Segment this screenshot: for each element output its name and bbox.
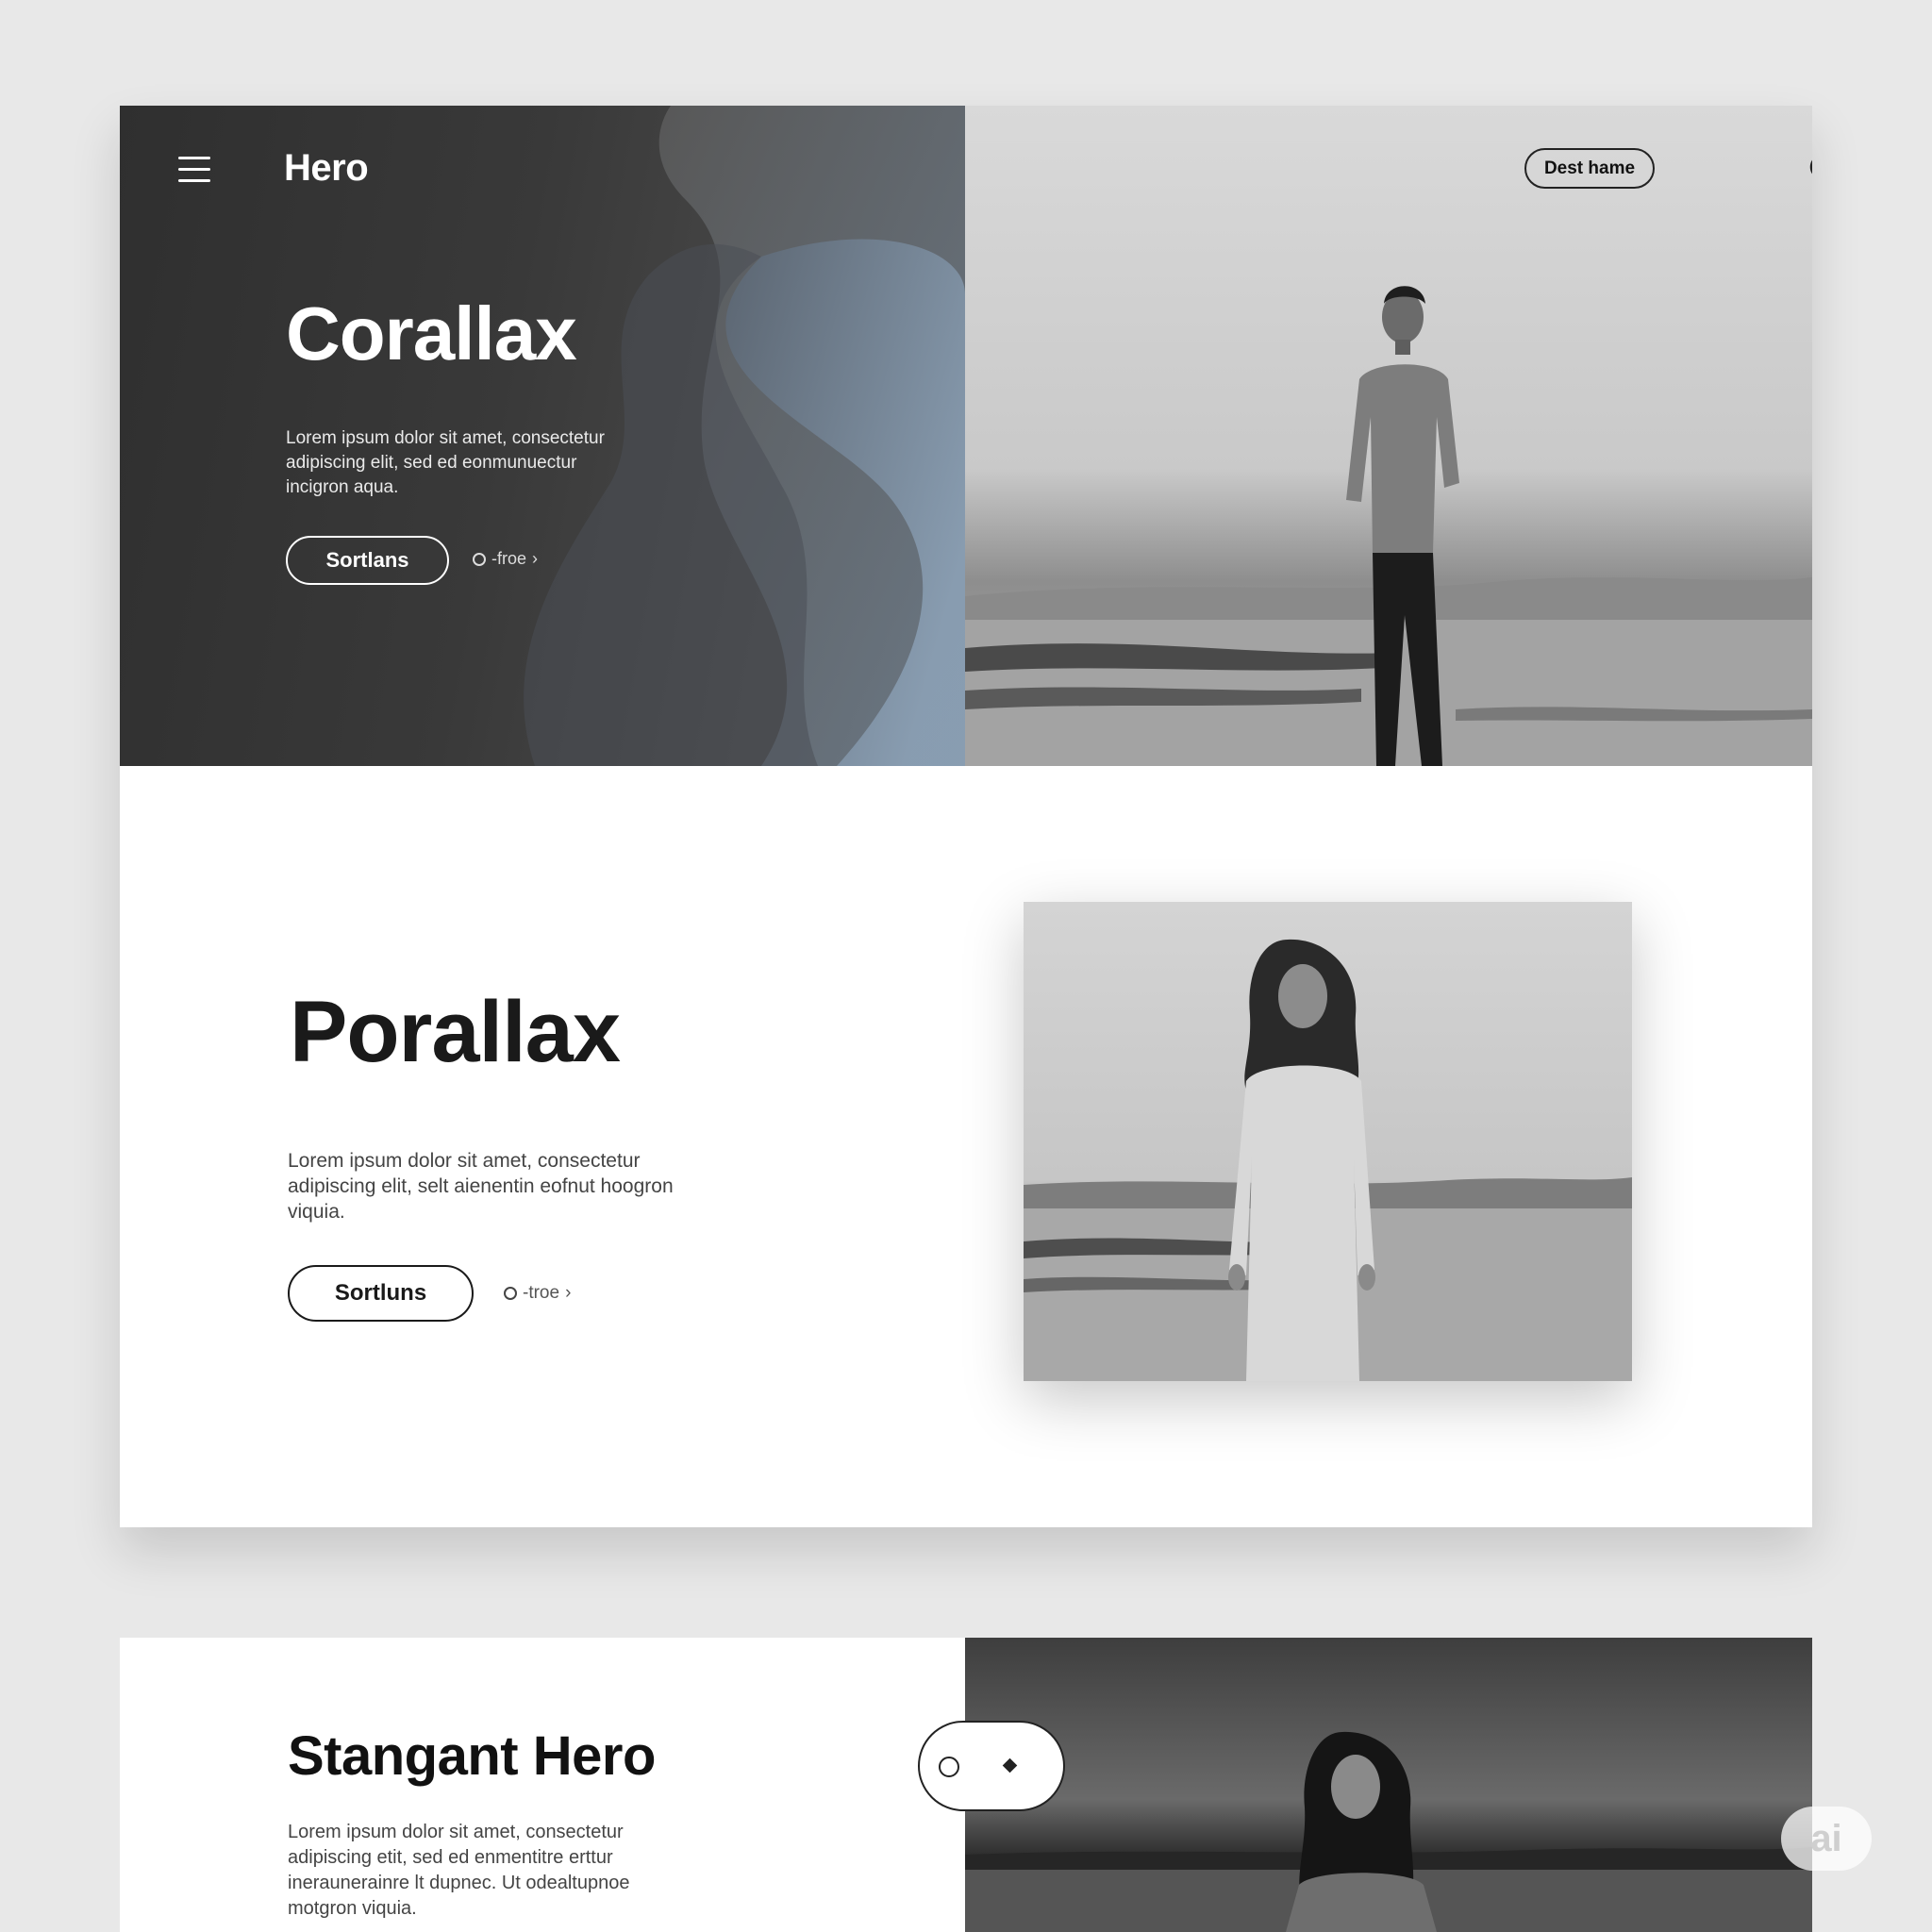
section3-photo — [965, 1638, 1812, 1932]
section2-photo — [1024, 902, 1632, 1381]
hero-photo: Dest hame — [965, 106, 1812, 766]
search-button[interactable] — [1807, 151, 1812, 189]
section2-description: Lorem ipsum dolor sit amet, consectetur … — [288, 1150, 674, 1223]
hero-photo-scene — [965, 286, 1812, 766]
menu-button[interactable] — [176, 155, 212, 185]
section3-title: Stangant Hero — [288, 1725, 656, 1787]
woman-figure — [1228, 939, 1375, 1381]
section2-secondary-link[interactable]: -troe › — [504, 1283, 571, 1304]
circle-icon — [939, 1757, 959, 1777]
section3-description: Lorem ipsum dolor sit amet, consectetur … — [288, 1822, 630, 1919]
section2-title: Porallax — [290, 984, 621, 1080]
section2-primary-button[interactable]: Sortluns — [288, 1265, 474, 1322]
section2-secondary-link-label: -troe — [523, 1283, 560, 1303]
chevron-right-icon: › — [532, 549, 539, 568]
hero-primary-button[interactable]: Sortlans — [286, 536, 449, 585]
diamond-icon — [1002, 1757, 1018, 1774]
section3-photo-scene — [965, 1731, 1812, 1932]
search-icon — [1809, 159, 1812, 175]
hero-secondary-link[interactable]: -froe › — [473, 549, 538, 569]
hero-description: Lorem ipsum dolor sit amet, consectetur … — [286, 428, 605, 497]
section2-photo-scene — [1024, 939, 1632, 1381]
ai-badge: ai — [1781, 1807, 1872, 1871]
hero-title: Corallax — [286, 291, 577, 375]
carousel-toggle[interactable] — [918, 1721, 1065, 1811]
main-card: Hero Corallax Lorem ipsum dolor sit amet… — [120, 106, 1812, 1527]
menu-icon — [178, 157, 210, 159]
circle-icon — [504, 1287, 517, 1300]
woman-figure-2 — [1286, 1731, 1437, 1932]
hero-secondary-link-label: -froe — [491, 549, 527, 568]
hero-panel: Hero Corallax Lorem ipsum dolor sit amet… — [120, 106, 965, 766]
brand-title: Hero — [284, 147, 369, 189]
circle-icon — [473, 552, 486, 566]
chevron-right-icon: › — [565, 1283, 572, 1303]
nav-button[interactable]: Dest hame — [1524, 148, 1655, 189]
